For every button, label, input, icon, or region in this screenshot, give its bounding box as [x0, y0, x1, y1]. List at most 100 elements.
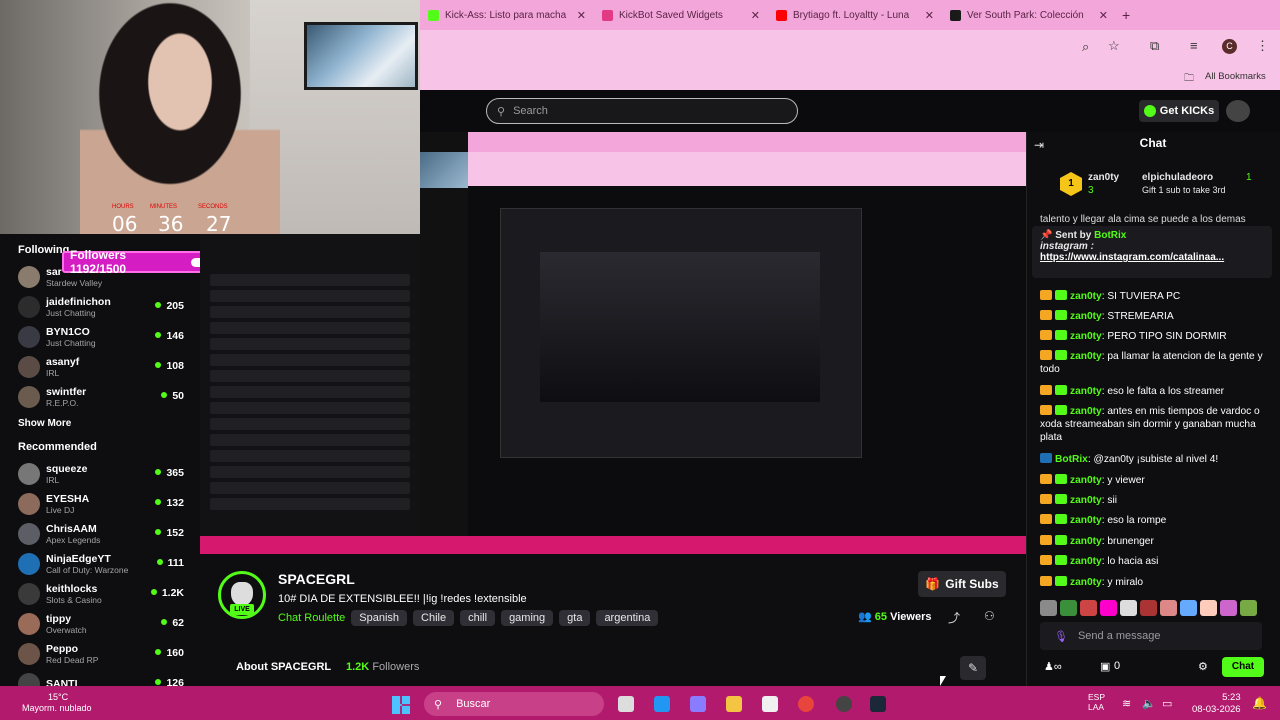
chat-username[interactable]: zan0ty [1070, 556, 1102, 567]
browser-tab[interactable]: Ver South Park: Colección ✕ [942, 0, 1116, 30]
browser-address-bar[interactable]: ⌕ ☆ ⧉ ≡ C ⋮ [420, 30, 1280, 66]
emote-bar[interactable] [1040, 600, 1266, 618]
task-view-icon[interactable] [618, 696, 634, 712]
extensions-icon[interactable]: ⧉ [1150, 38, 1159, 54]
chat-text: @zan0ty ¡subiste al nivel 4! [1093, 454, 1219, 465]
viewer-count: 160 [155, 647, 184, 659]
emote[interactable] [1040, 600, 1057, 616]
close-tab-icon[interactable]: ✕ [1099, 9, 1108, 22]
sidebar-channel[interactable]: swintfer R.E.P.O. 50 [18, 382, 200, 412]
bookmark-star-icon[interactable]: ☆ [1108, 38, 1120, 54]
tag-chip[interactable]: Chile [413, 610, 455, 626]
chat-username[interactable]: zan0ty [1070, 536, 1102, 547]
sidebar-channel[interactable]: ChrisAAM Apex Legends 152 [18, 519, 200, 549]
profile-avatar[interactable]: C [1222, 39, 1237, 54]
taskbar-search[interactable]: ⚲ Buscar [424, 692, 604, 716]
obs-icon[interactable] [836, 696, 852, 712]
weather-widget[interactable]: 15°C Mayorm. nublado [22, 692, 92, 714]
tag-chip[interactable]: argentina [596, 610, 659, 626]
wifi-icon[interactable]: ≋ [1122, 697, 1131, 710]
all-bookmarks[interactable]: All Bookmarks [1205, 71, 1266, 82]
close-tab-icon[interactable]: ✕ [925, 9, 934, 22]
chat-username[interactable]: zan0ty [1070, 291, 1102, 302]
emote[interactable] [1160, 600, 1177, 616]
sidebar-channel[interactable]: tippy Overwatch 62 [18, 609, 200, 639]
emote[interactable] [1100, 600, 1117, 616]
language-indicator[interactable]: ESP LAA [1088, 692, 1105, 712]
store-app-icon[interactable] [762, 696, 778, 712]
emote[interactable] [1120, 600, 1137, 616]
settings-icon[interactable]: ⚙ [1198, 660, 1208, 673]
chat-username[interactable]: zan0ty [1070, 351, 1102, 362]
store-icon[interactable]: ▣ [1100, 660, 1110, 673]
browser-menu-icon[interactable]: ⋮ [1256, 38, 1269, 54]
emote[interactable] [1180, 600, 1197, 616]
sidebar-channel[interactable]: EYESHA Live DJ 132 [18, 489, 200, 519]
chat-username[interactable]: zan0ty [1070, 386, 1102, 397]
file-explorer-icon[interactable] [726, 696, 742, 712]
battery-icon[interactable]: ▭ [1162, 697, 1172, 710]
sidebar-channel[interactable]: squeeze IRL 365 [18, 459, 200, 489]
emote[interactable] [1220, 600, 1237, 616]
points-icon[interactable]: ♟∞ [1044, 660, 1062, 673]
volume-icon[interactable]: 🔈 [1142, 697, 1156, 710]
gifter-badge-icon [1055, 514, 1067, 524]
close-tab-icon[interactable]: ✕ [751, 9, 760, 22]
gift-user[interactable]: zan0ty [1088, 172, 1119, 183]
mic-icon[interactable]: 🎙 [1054, 630, 1068, 643]
chat-username[interactable]: zan0ty [1070, 406, 1102, 417]
tag-chip[interactable]: Spanish [351, 610, 408, 626]
user-avatar[interactable] [1226, 100, 1250, 122]
tag-chip[interactable]: chill [460, 610, 496, 626]
zoom-icon[interactable]: ⌕ [1082, 39, 1089, 55]
sidebar-channel[interactable]: keithlocks Slots & Casino 1.2K [18, 579, 200, 609]
close-tab-icon[interactable]: ✕ [577, 9, 586, 22]
send-chat-button[interactable]: Chat [1222, 657, 1264, 677]
edit-icon[interactable]: ✎ [960, 656, 986, 680]
chrome-icon[interactable] [798, 696, 814, 712]
gift-subs-button[interactable]: 🎁 Gift Subs [918, 571, 1006, 597]
chat-username[interactable]: zan0ty [1070, 577, 1102, 588]
tag-chip[interactable]: gta [559, 610, 591, 626]
emote[interactable] [1240, 600, 1257, 616]
category-link[interactable]: Chat Roulette [278, 612, 345, 624]
browser-tab[interactable]: Kick-Ass: Listo para macha ✕ [420, 0, 594, 30]
pinned-message[interactable]: 📌 Sent by BotRix instagram : https://www… [1032, 226, 1272, 278]
show-more-link[interactable]: Show More [18, 418, 200, 429]
chat-username[interactable]: zan0ty [1070, 515, 1102, 526]
chat-username[interactable]: zan0ty [1070, 331, 1102, 342]
copilot-icon[interactable] [690, 696, 706, 712]
steam-icon[interactable] [870, 696, 886, 712]
chat-username[interactable]: zan0ty [1070, 311, 1102, 322]
notifications-icon[interactable]: 🔔 [1252, 696, 1267, 710]
sidebar-channel[interactable]: jaidefinichon Just Chatting 205 [18, 292, 200, 322]
chat-message: zan0ty: sii [1040, 494, 1265, 507]
sidebar-channel[interactable]: BYN1CO Just Chatting 146 [18, 322, 200, 352]
chat-username[interactable]: zan0ty [1070, 495, 1102, 506]
channel-name[interactable]: SPACEGRL [278, 571, 355, 587]
chat-username[interactable]: BotRix [1055, 454, 1088, 465]
search-input[interactable]: ⚲ Search [486, 98, 798, 124]
pinned-link[interactable]: https://www.instagram.com/catalinaa... [1040, 252, 1224, 263]
browser-tab[interactable]: KickBot Saved Widgets ✕ [594, 0, 768, 30]
sidebar-channel[interactable]: NinjaEdgeYT Call of Duty: Warzone 111 [18, 549, 200, 579]
edge-icon[interactable] [654, 696, 670, 712]
tag-chip[interactable]: gaming [501, 610, 554, 626]
system-clock[interactable]: 5:23 08-03-2026 [1192, 692, 1241, 716]
chat-input[interactable]: 🎙 Send a message [1040, 622, 1262, 650]
sidebar-channel[interactable]: asanyf IRL 108 [18, 352, 200, 382]
emote[interactable] [1200, 600, 1217, 616]
gift-target[interactable]: elpichuladeoro [1142, 172, 1213, 183]
new-tab-button[interactable]: + [1122, 7, 1130, 23]
emote[interactable] [1140, 600, 1157, 616]
browser-tab[interactable]: Brytiago ft. Loyaltty - Luna ✕ [768, 0, 942, 30]
follow-icon[interactable]: ⚇ [984, 609, 995, 623]
share-icon[interactable]: ⤴ [948, 609, 960, 626]
pinned-by-user[interactable]: BotRix [1094, 230, 1126, 241]
media-icon[interactable]: ≡ [1190, 38, 1198, 53]
emote[interactable] [1060, 600, 1077, 616]
sidebar-channel[interactable]: Peppo Red Dead RP 160 [18, 639, 200, 669]
get-kicks-button[interactable]: Get KICKs [1139, 100, 1219, 122]
chat-username[interactable]: zan0ty [1070, 475, 1102, 486]
emote[interactable] [1080, 600, 1097, 616]
